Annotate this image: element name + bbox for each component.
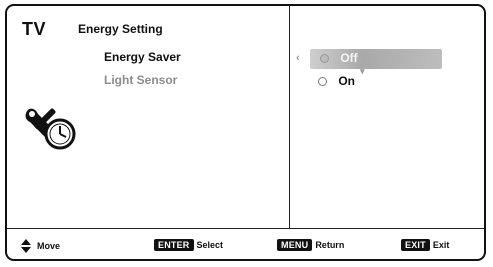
- radio-icon: [318, 77, 327, 87]
- enter-key: ENTER: [154, 239, 194, 251]
- return-label: Return: [315, 240, 345, 250]
- tools-clock-icon: [22, 100, 78, 156]
- menu-title: Energy Setting: [78, 22, 163, 36]
- footer-divider: [7, 228, 484, 229]
- panel-divider-vertical: [289, 6, 290, 228]
- footer-exit[interactable]: EXIT Exit: [401, 239, 449, 251]
- selection-pointer-icon: ‹: [296, 52, 300, 64]
- menu-item-light-sensor[interactable]: Light Sensor: [104, 73, 177, 87]
- option-on-label: On: [338, 74, 356, 88]
- exit-key: EXIT: [401, 239, 430, 251]
- radio-icon: [320, 54, 329, 64]
- menu-key: MENU: [277, 239, 313, 251]
- option-on[interactable]: On: [318, 74, 355, 92]
- exit-label: Exit: [432, 240, 450, 250]
- option-off-label: Off: [340, 51, 358, 65]
- select-label: Select: [196, 240, 224, 250]
- chevron-down-icon: ▾: [360, 66, 365, 76]
- footer-return[interactable]: MENU Return: [277, 239, 344, 251]
- footer-select[interactable]: ENTER Select: [154, 239, 223, 251]
- move-label: Move: [37, 241, 61, 251]
- brand-title: TV: [22, 19, 47, 39]
- footer-move: Move: [21, 239, 60, 253]
- footer-bar: Move ENTER Select MENU Return EXIT Exit: [7, 231, 484, 259]
- up-down-arrows-icon: [21, 239, 31, 253]
- menu-item-energy-saver[interactable]: Energy Saver: [104, 50, 181, 64]
